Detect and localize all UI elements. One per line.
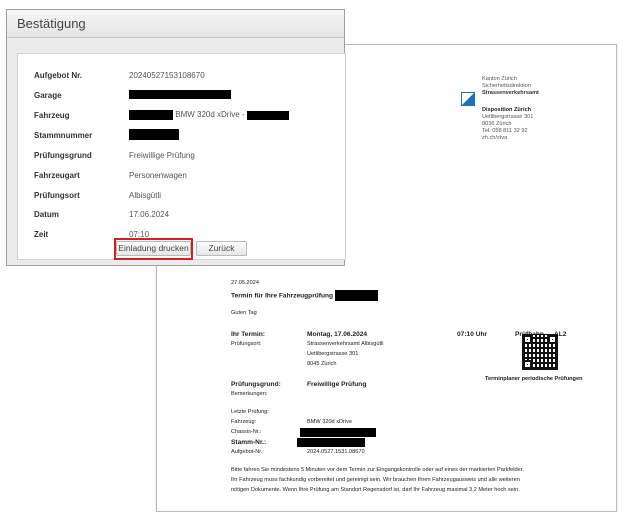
redacted-plate [129, 110, 173, 120]
disposition-line-1: Uetlibergstrasse 301 [482, 114, 534, 120]
redacted-vehicle-id [246, 110, 289, 120]
location-line-1: Strassenverkehrsamt Albisgütli [307, 341, 384, 347]
confirmation-dialog: Bestätigung Aufgebot Nr. 202405271531086… [6, 9, 346, 266]
reason-value: Freiwillige Prüfung [129, 151, 195, 160]
redacted-chassis [300, 428, 376, 437]
reason-value: Freiwillige Prüfung [307, 381, 367, 388]
remarks-label: Bemerkungen: [231, 391, 268, 397]
location-line-3: 8045 Zürich [307, 361, 337, 367]
confirmation-details-panel: Aufgebot Nr. 20240527153108670 Garage Fa… [17, 53, 346, 260]
time-label: Zeit [34, 230, 49, 239]
vehicle-type-value: Personenwagen [129, 171, 187, 180]
test-location-label: Prüfungsort [34, 191, 80, 200]
back-button[interactable]: Zurück [196, 241, 247, 256]
body-line-1: Bitte fahren Sie mindestens 5 Minuten vo… [231, 467, 524, 473]
order-value: 2024.0527.1531.08670 [307, 449, 365, 455]
vehicle-value: BMW 320d xDrive - [129, 110, 289, 120]
vehicle-type-label: Fahrzeugart [34, 171, 80, 180]
vehicle-value: BMW 320d xDrive [307, 419, 353, 425]
redacted-stammnummer [129, 129, 179, 140]
redacted-stamm [297, 438, 365, 447]
sender-line-3: Strassenverkehrsamt [482, 90, 539, 96]
stamm-label: Stamm-Nr.: [231, 439, 267, 446]
reason-label: Prüfungsgrund [34, 151, 92, 160]
canton-zurich-logo-icon [461, 92, 475, 106]
order-number-value: 20240527153108670 [129, 71, 205, 80]
disposition-line-4: zh.ch/stva [482, 135, 508, 141]
letter-subject: Termin für Ihre Fahrzeugprüfung [231, 290, 378, 301]
reason-label: Prüfungsgrund: [231, 381, 281, 388]
location-label: Prüfungsort: [231, 341, 262, 347]
sender-line-1: Kanton Zürich [482, 76, 517, 82]
last-check-label: Letzte Prüfung: [231, 409, 269, 415]
sender-line-2: Sicherheitsdirektion [482, 83, 531, 89]
order-label: Aufgebot-Nr.: [231, 449, 264, 455]
appointment-date: Montag, 17.06.2024 [307, 331, 368, 338]
redacted-garage [129, 90, 231, 99]
dialog-title: Bestätigung [17, 16, 86, 31]
qr-caption: Terminplaner periodische Prüfungen [485, 376, 583, 382]
order-number-label: Aufgebot Nr. [34, 71, 82, 80]
qr-code-icon [522, 334, 558, 370]
garage-label: Garage [34, 91, 62, 100]
body-line-2: Ihr Fahrzeug muss fachkundig vorbereitet… [231, 477, 520, 483]
redacted-plate [334, 290, 378, 301]
letter-date: 27.05.2024 [231, 280, 259, 286]
appointment-label: Ihr Termin: [231, 331, 265, 338]
date-value: 17.06.2024 [129, 210, 170, 219]
vehicle-label: Fahrzeug [34, 111, 70, 120]
disposition-line-2: 8036 Zürich [482, 121, 512, 127]
print-button-highlight [114, 238, 193, 260]
dialog-title-bar: Bestätigung [7, 10, 344, 38]
appointment-time: 07:10 Uhr [457, 331, 488, 338]
chassis-label: Chassis-Nr.: [231, 429, 262, 435]
stammnummer-label: Stammnummer [34, 131, 93, 140]
letter-greeting: Guten Tag [231, 310, 257, 316]
date-label: Datum [34, 210, 59, 219]
vehicle-label: Fahrzeug: [231, 419, 257, 425]
location-line-2: Uetlibergstrasse 301 [307, 351, 359, 357]
disposition-title: Disposition Zürich [482, 107, 532, 113]
disposition-line-3: Tel. 058 811 32 92 [482, 128, 528, 134]
test-location-value: Albisgütli [129, 191, 162, 200]
body-line-3: nötigen Dokumente. Wenn Ihre Prüfung am … [231, 487, 520, 493]
